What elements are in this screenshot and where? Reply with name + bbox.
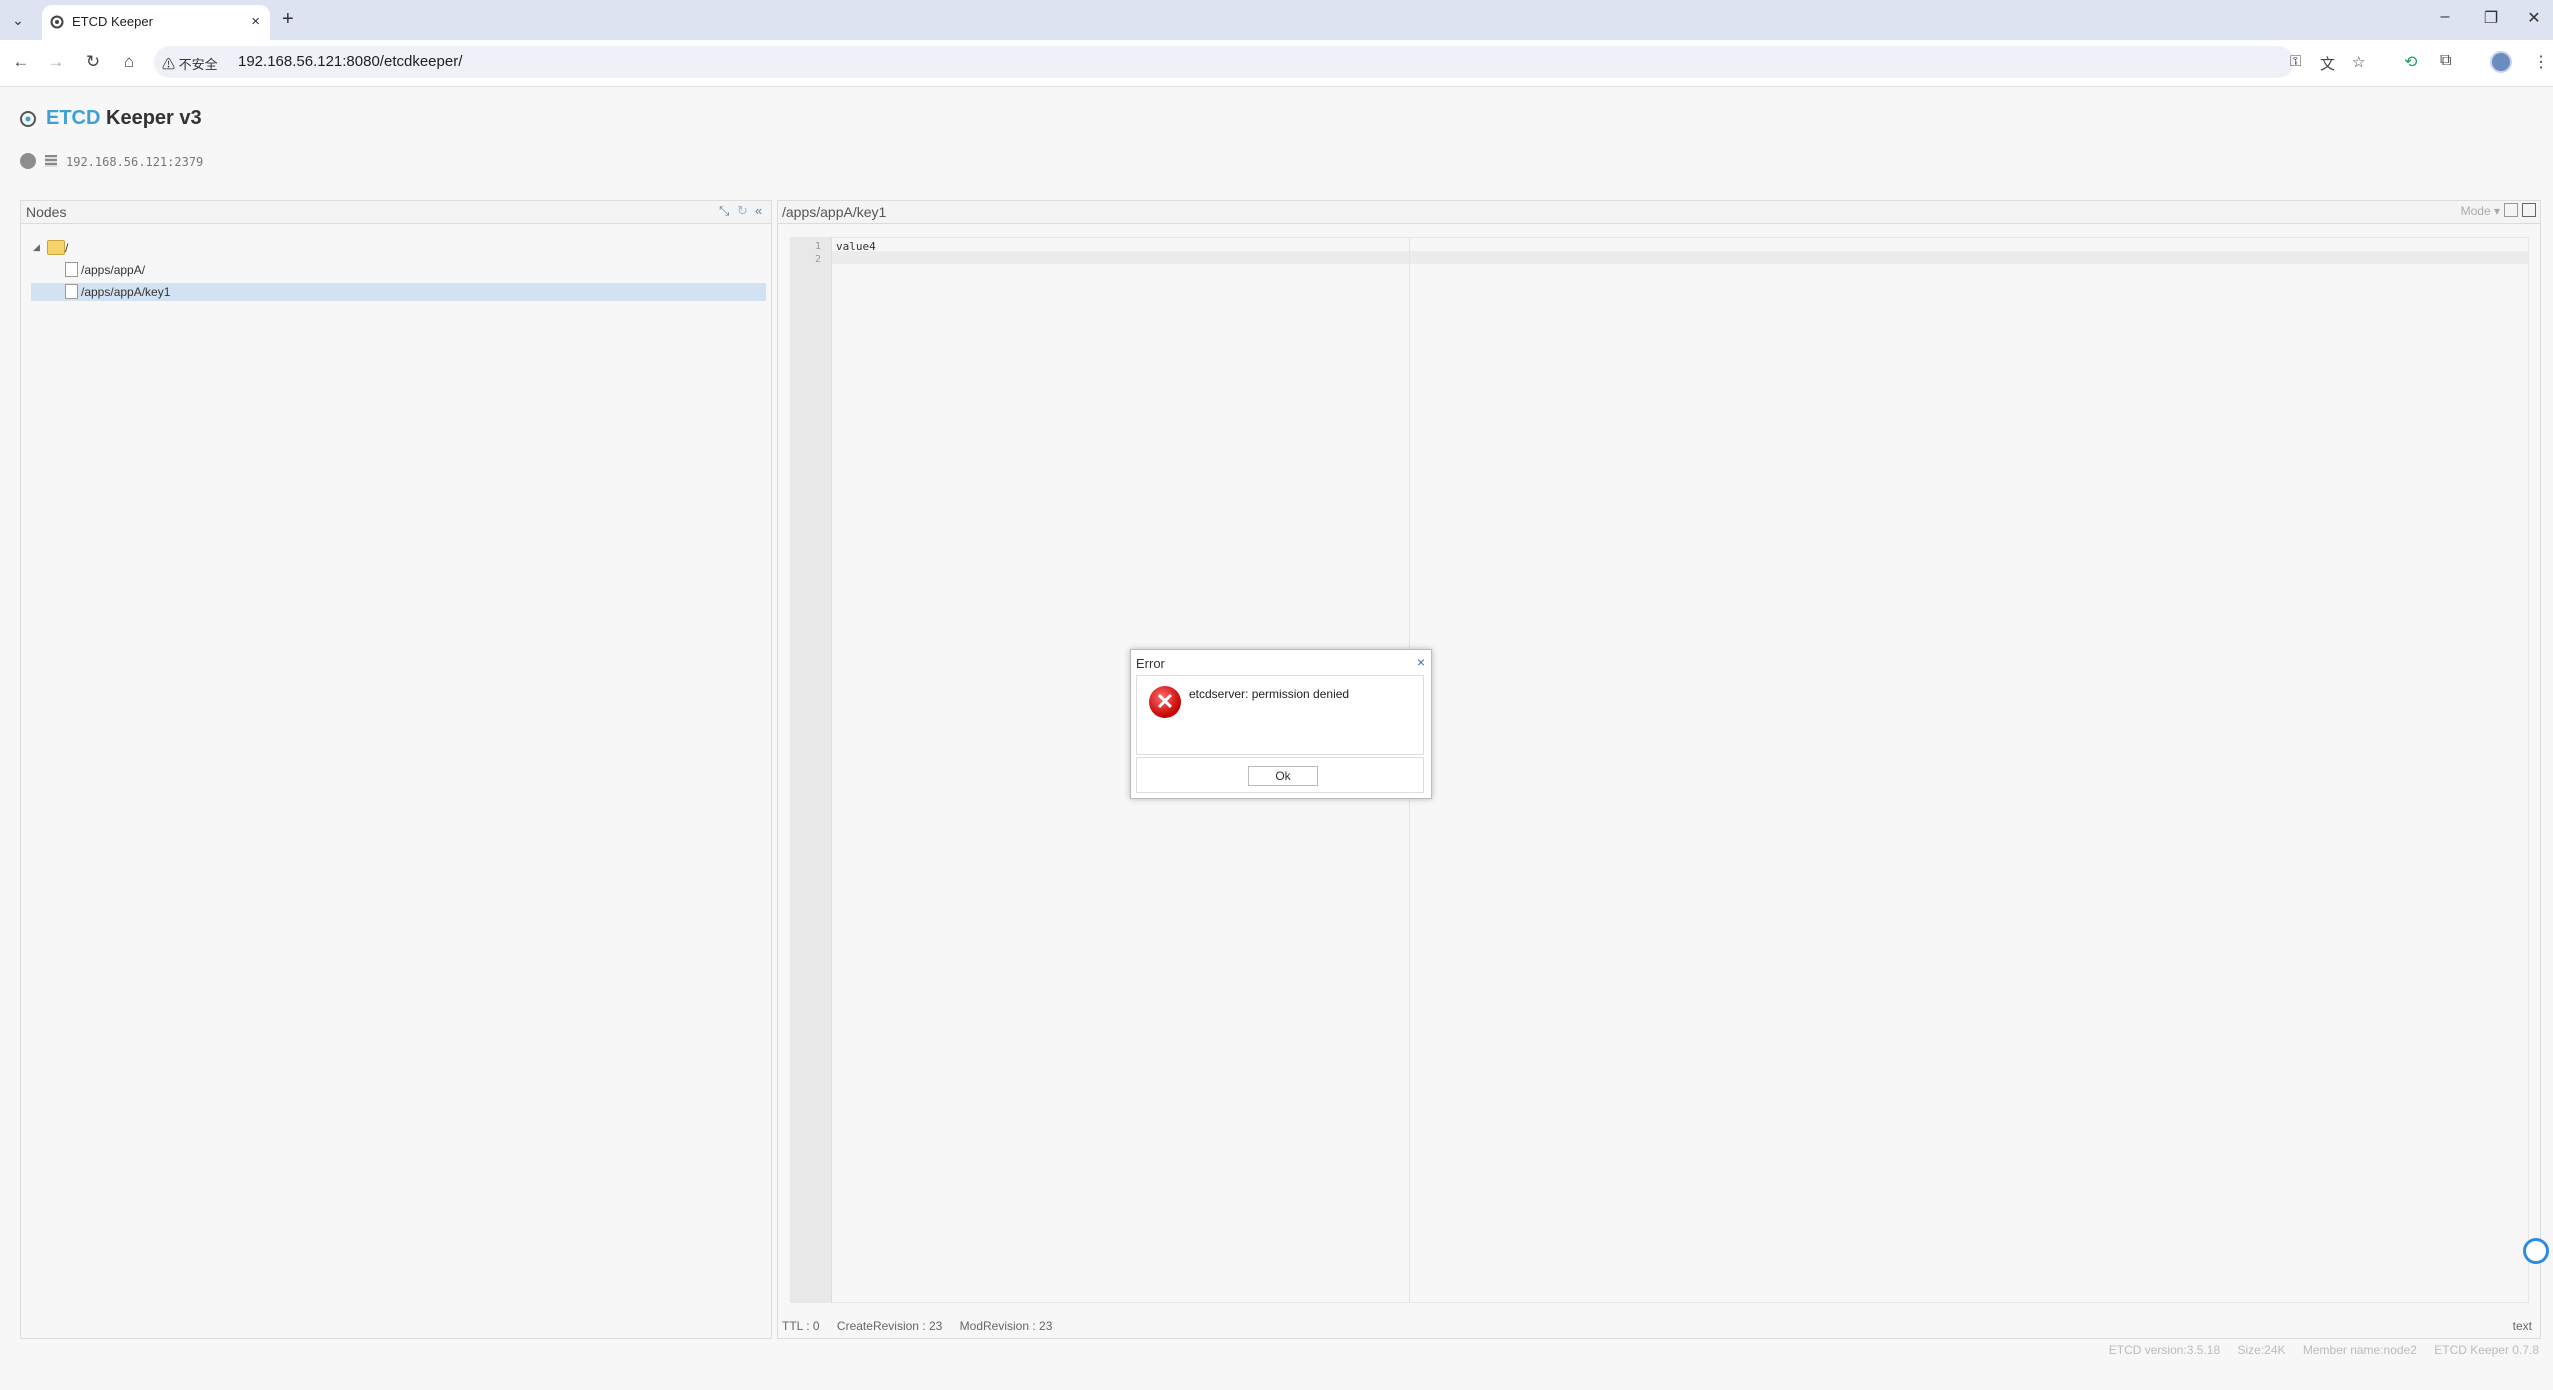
error-message: etcdserver: permission denied — [1189, 687, 1350, 701]
ttl-text: TTL : 0 — [782, 1319, 820, 1333]
address-bar[interactable]: ⚠ 不安全 192.168.56.121:8080/etcdkeeper/ ⚿ … — [154, 46, 2365, 78]
user-icon[interactable] — [20, 153, 36, 169]
dialog-title: Error — [1136, 656, 1165, 671]
line-number: 1 — [814, 241, 821, 252]
active-line-highlight — [832, 251, 2528, 264]
tab-title: ETCD Keeper — [72, 14, 153, 29]
forward-icon[interactable]: → — [45, 52, 67, 72]
url-text[interactable]: 192.168.56.121:8080/etcdkeeper/ — [238, 53, 462, 70]
new-key-icon[interactable] — [2504, 203, 2518, 217]
browser-tab-bar: ⌄ ETCD Keeper × + – ❐ ✕ — [0, 0, 2553, 40]
tree-root-label: / — [65, 241, 69, 255]
new-tab-button[interactable]: + — [282, 8, 294, 31]
editor-panel: /apps/appA/key1 Mode ▾ 1 2 value4 TTL : … — [777, 200, 2541, 1339]
tree-item-label: /apps/appA/ — [81, 263, 146, 277]
db-size: Size:24K — [2237, 1343, 2286, 1357]
dialog-footer: Ok — [1136, 757, 1424, 793]
ok-button[interactable]: Ok — [1248, 766, 1318, 786]
code-line[interactable]: value4 — [836, 240, 876, 253]
mode-label: Mode — [2460, 204, 2491, 218]
folder-icon — [47, 240, 65, 255]
password-key-icon[interactable]: ⚿ — [2290, 53, 2301, 70]
file-icon — [65, 262, 78, 277]
dialog-close-icon[interactable]: × — [1417, 654, 1425, 670]
file-icon — [65, 284, 78, 299]
app-title-rest: Keeper v3 — [100, 107, 202, 129]
tab-list-chevron-icon[interactable]: ⌄ — [8, 10, 28, 30]
extension-icon[interactable]: ⟲ — [2404, 52, 2417, 72]
connect-icon[interactable]: ⤡ — [719, 203, 729, 219]
app-title-etcd: ETCD — [46, 107, 101, 129]
reload-icon[interactable]: ↻ — [82, 52, 104, 72]
back-icon[interactable]: ← — [10, 52, 32, 72]
profile-avatar[interactable] — [2490, 51, 2512, 73]
refresh-icon[interactable]: ↻ — [737, 203, 748, 219]
not-secure-label: 不安全 — [178, 57, 218, 72]
etcd-favicon-icon — [50, 15, 64, 29]
tree-item-selected[interactable]: /apps/appA/key1 — [31, 283, 766, 301]
restore-icon[interactable]: ❐ — [2476, 8, 2506, 28]
save-icon[interactable] — [2522, 203, 2536, 217]
home-icon[interactable]: ⌂ — [118, 52, 140, 72]
line-gutter: 1 2 — [791, 238, 832, 1302]
nodes-panel: Nodes ⤡ ↻ « ◢ / /apps/appA/ /apps/appA/k… — [20, 200, 772, 1339]
browser-tab[interactable]: ETCD Keeper × — [42, 5, 270, 40]
error-icon: ✕ — [1149, 686, 1181, 718]
expand-arrow-icon[interactable]: ◢ — [33, 242, 40, 253]
nodes-panel-title: Nodes — [26, 204, 67, 220]
extensions-puzzle-icon[interactable]: ⧉ — [2440, 52, 2451, 70]
mod-revision-text: ModRevision : 23 — [959, 1319, 1053, 1333]
etcd-version: ETCD version:3.5.18 — [2108, 1343, 2221, 1357]
etcd-host: 192.168.56.121:2379 — [66, 155, 204, 169]
tree-item[interactable]: /apps/appA/ — [21, 261, 761, 279]
member-name: Member name:node2 — [2302, 1343, 2417, 1357]
line-number: 2 — [814, 254, 821, 265]
bookmark-star-icon[interactable]: ☆ — [2352, 53, 2365, 71]
minimize-icon[interactable]: – — [2430, 8, 2460, 26]
code-editor[interactable]: 1 2 value4 — [790, 237, 2529, 1303]
server-icon[interactable] — [45, 155, 57, 167]
footer: ETCD version:3.5.18 Size:24K Member name… — [2095, 1343, 2539, 1357]
translate-icon[interactable]: 文 — [2320, 53, 2335, 74]
browser-toolbar: ← → ↻ ⌂ ⚠ 不安全 192.168.56.121:8080/etcdke… — [0, 40, 2553, 87]
editor-status-bar: TTL : 0 CreateRevision : 23 ModRevision … — [782, 1319, 1066, 1333]
window-close-icon[interactable]: ✕ — [2519, 8, 2549, 28]
collapse-panel-icon[interactable]: « — [755, 203, 762, 218]
editor-language: text — [2512, 1319, 2532, 1333]
app-title: ETCD Keeper v3 — [46, 107, 202, 130]
mode-dropdown[interactable]: Mode ▾ — [2461, 204, 2500, 218]
tree-item-label: /apps/appA/key1 — [81, 285, 171, 299]
dialog-body: ✕ etcdserver: permission denied — [1136, 675, 1424, 755]
browser-menu-icon[interactable]: ⋮ — [2533, 52, 2549, 72]
editor-panel-header: /apps/appA/key1 Mode ▾ — [778, 201, 2540, 224]
error-dialog: Error × ✕ etcdserver: permission denied … — [1130, 649, 1432, 799]
chat-assistant-icon[interactable] — [2523, 1238, 2549, 1264]
keeper-version: ETCD Keeper 0.7.8 — [2434, 1343, 2539, 1357]
not-secure-badge[interactable]: ⚠ 不安全 — [162, 54, 218, 73]
create-revision-text: CreateRevision : 23 — [836, 1319, 943, 1333]
editor-key-path: /apps/appA/key1 — [782, 204, 887, 220]
tree-root[interactable]: ◢ / — [21, 239, 761, 257]
tab-close-icon[interactable]: × — [251, 13, 260, 30]
nodes-panel-header: Nodes ⤡ ↻ « — [21, 201, 771, 224]
etcd-logo-icon — [20, 111, 36, 127]
